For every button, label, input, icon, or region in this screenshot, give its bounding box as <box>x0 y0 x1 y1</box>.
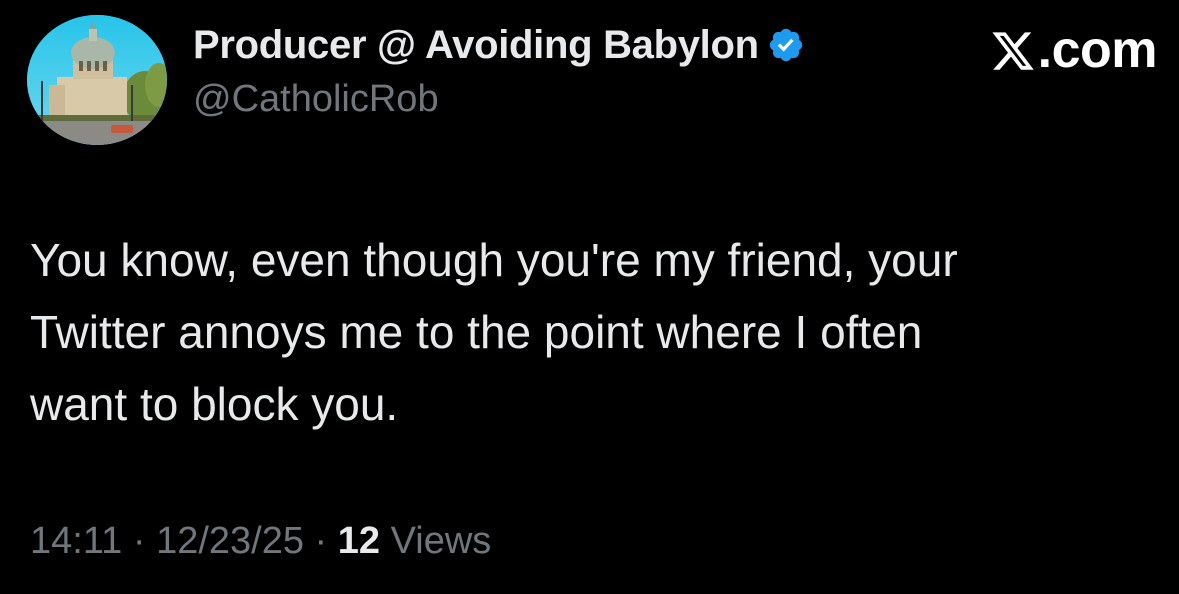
x-com-brand: .com <box>990 20 1158 80</box>
views-count[interactable]: 12 <box>338 520 380 562</box>
verified-badge-icon[interactable] <box>767 26 805 64</box>
meta-separator: · <box>122 520 157 562</box>
tweet-date[interactable]: 12/23/25 <box>156 520 304 562</box>
views-label: Views <box>380 520 492 562</box>
tweet-time[interactable]: 14:11 <box>30 520 122 562</box>
brand-label: .com <box>1037 21 1158 79</box>
avatar[interactable] <box>27 15 167 145</box>
x-logo-icon <box>990 27 1036 73</box>
tweet-card: Producer @ Avoiding Babylon @CatholicRob… <box>0 0 1179 594</box>
tweet-text: You know, even though you're my friend, … <box>30 234 958 430</box>
author-handle[interactable]: @CatholicRob <box>193 78 439 121</box>
tweet-meta: 14:11 · 12/23/25 · 12 Views <box>30 520 491 563</box>
author-name-row[interactable]: Producer @ Avoiding Babylon <box>193 18 805 72</box>
cathedral-avatar-image <box>27 15 167 145</box>
meta-separator: · <box>303 520 338 562</box>
display-name[interactable]: Producer @ Avoiding Babylon <box>193 23 759 68</box>
